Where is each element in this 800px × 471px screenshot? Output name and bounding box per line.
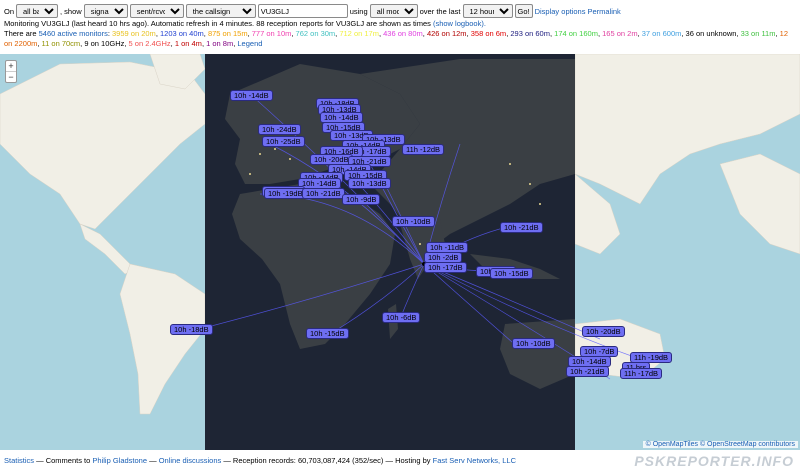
status-text: Monitoring VU3GLJ (last heard 10 hrs ago…	[4, 19, 431, 28]
host-link[interactable]: Fast Serv Networks, LLC	[433, 456, 516, 465]
spot-label[interactable]: 10h -25dB	[262, 136, 305, 147]
show-logbook-link[interactable]: (show logbook).	[433, 19, 486, 28]
spot-label[interactable]: 10h -13dB	[348, 178, 391, 189]
statistics-link[interactable]: Statistics	[4, 456, 34, 465]
mode-select[interactable]: all modes	[369, 4, 418, 18]
band-count: 3959 on 20m	[112, 29, 156, 38]
band-count: 1 on 8m	[206, 39, 234, 48]
footer: Statistics — Comments to Philip Gladston…	[4, 456, 516, 465]
spot-label[interactable]: 10h -21dB	[566, 366, 609, 377]
permalink-link[interactable]: Permalink	[587, 7, 620, 16]
zoom-control: + −	[5, 60, 17, 83]
spot-label[interactable]: 11h -17dB	[620, 368, 663, 379]
spot-label[interactable]: 11h -12dB	[402, 144, 445, 155]
zoom-in-button[interactable]: +	[6, 61, 16, 72]
spot-label[interactable]: 10h -17dB	[424, 262, 467, 273]
band-count: 712 on 17m	[339, 29, 379, 38]
map-view[interactable]: + − 10h -14dB10h -18dB10h -13dB10h -14dB…	[0, 54, 800, 450]
band-count: 1203 on 40m	[159, 29, 204, 38]
band-count: 293 on 60m	[510, 29, 550, 38]
over-label: over the last	[419, 6, 461, 16]
spot-label[interactable]: 10h -15dB	[490, 268, 533, 279]
active-monitors-link[interactable]: 5460 active monitors	[39, 29, 108, 38]
on-label: On	[4, 6, 15, 16]
band-counts: 3959 on 20m, 1203 on 40m, 875 on 15m, 77…	[4, 29, 788, 48]
spot-label[interactable]: 10h -20dB	[582, 326, 625, 337]
records-text: — Reception records: 60,703,087,424 (352…	[223, 456, 431, 465]
footer-separator: —	[149, 456, 157, 465]
site-brand: PSKREPORTER.INFO	[634, 453, 794, 469]
band-count: 5 on 2.4GHz	[128, 39, 171, 48]
band-count: 33 on 11m	[740, 29, 776, 38]
map-canvas	[0, 54, 800, 450]
spot-label[interactable]: 10h -10dB	[512, 338, 555, 349]
display-options-link[interactable]: Display options	[535, 7, 586, 16]
openstreetmap-link[interactable]: © OpenStreetMap contributors	[700, 441, 795, 448]
zoom-out-button[interactable]: −	[6, 72, 16, 82]
map-attribution: © OpenMapTiles © OpenStreetMap contribut…	[642, 441, 798, 448]
callsign-input[interactable]	[257, 4, 348, 18]
band-count: 426 on 12m	[426, 29, 467, 38]
band-select[interactable]: all bands	[16, 4, 59, 18]
band-count: 165 on 2m	[602, 29, 638, 38]
discussions-link[interactable]: Online discussions	[159, 456, 222, 465]
using-label: using	[349, 6, 368, 16]
band-count: 436 on 80m	[383, 29, 423, 38]
band-count: 762 on 30m	[295, 29, 336, 38]
show-label: , show	[60, 6, 82, 16]
band-count: 875 on 15m	[207, 29, 248, 38]
legend-link[interactable]: Legend	[237, 39, 262, 48]
spot-label[interactable]: 10h -21dB	[302, 188, 345, 199]
spot-label[interactable]: 10h -19dB	[264, 188, 307, 199]
band-count: 11 on 70cm	[41, 39, 81, 48]
spot-label[interactable]: 10h -21dB	[500, 222, 543, 233]
query-controls: On all bands , show signals sent/rcvd by…	[4, 4, 621, 18]
spot-label[interactable]: 10h -15dB	[306, 328, 349, 339]
show-select[interactable]: signals	[83, 4, 128, 18]
comments-text: — Comments to	[36, 456, 91, 465]
spot-label[interactable]: 10h -9dB	[342, 194, 381, 205]
author-link[interactable]: Philip Gladstone	[92, 456, 147, 465]
target-select[interactable]: the callsign	[185, 4, 256, 18]
monitors-line: There are 5460 active monitors: 3959 on …	[4, 29, 788, 48]
spot-label[interactable]: 10h -10dB	[392, 216, 435, 227]
status-line: Monitoring VU3GLJ (last heard 10 hrs ago…	[4, 19, 486, 28]
band-count: 777 on 10m	[251, 29, 292, 38]
band-count: 9 on 10GHz	[84, 39, 125, 48]
band-count: 358 on 6m	[470, 29, 507, 38]
spot-label[interactable]: 10h -14dB	[230, 90, 273, 101]
band-count: 174 on 160m	[554, 29, 598, 38]
go-button[interactable]: Go!	[514, 4, 533, 18]
band-count: 1 on 4m	[174, 39, 202, 48]
openmaptiles-link[interactable]: © OpenMapTiles	[646, 441, 698, 448]
band-count: 36 on unknown	[685, 29, 737, 38]
period-select[interactable]: 12 hours	[462, 4, 513, 18]
band-count: 37 on 600m	[641, 29, 682, 38]
spot-label[interactable]: 10h -18dB	[170, 324, 213, 335]
spot-label[interactable]: 10h -24dB	[258, 124, 301, 135]
spot-label[interactable]: 10h -6dB	[382, 312, 421, 323]
direction-select[interactable]: sent/rcvd by	[129, 4, 184, 18]
monitors-prefix: There are	[4, 29, 37, 38]
